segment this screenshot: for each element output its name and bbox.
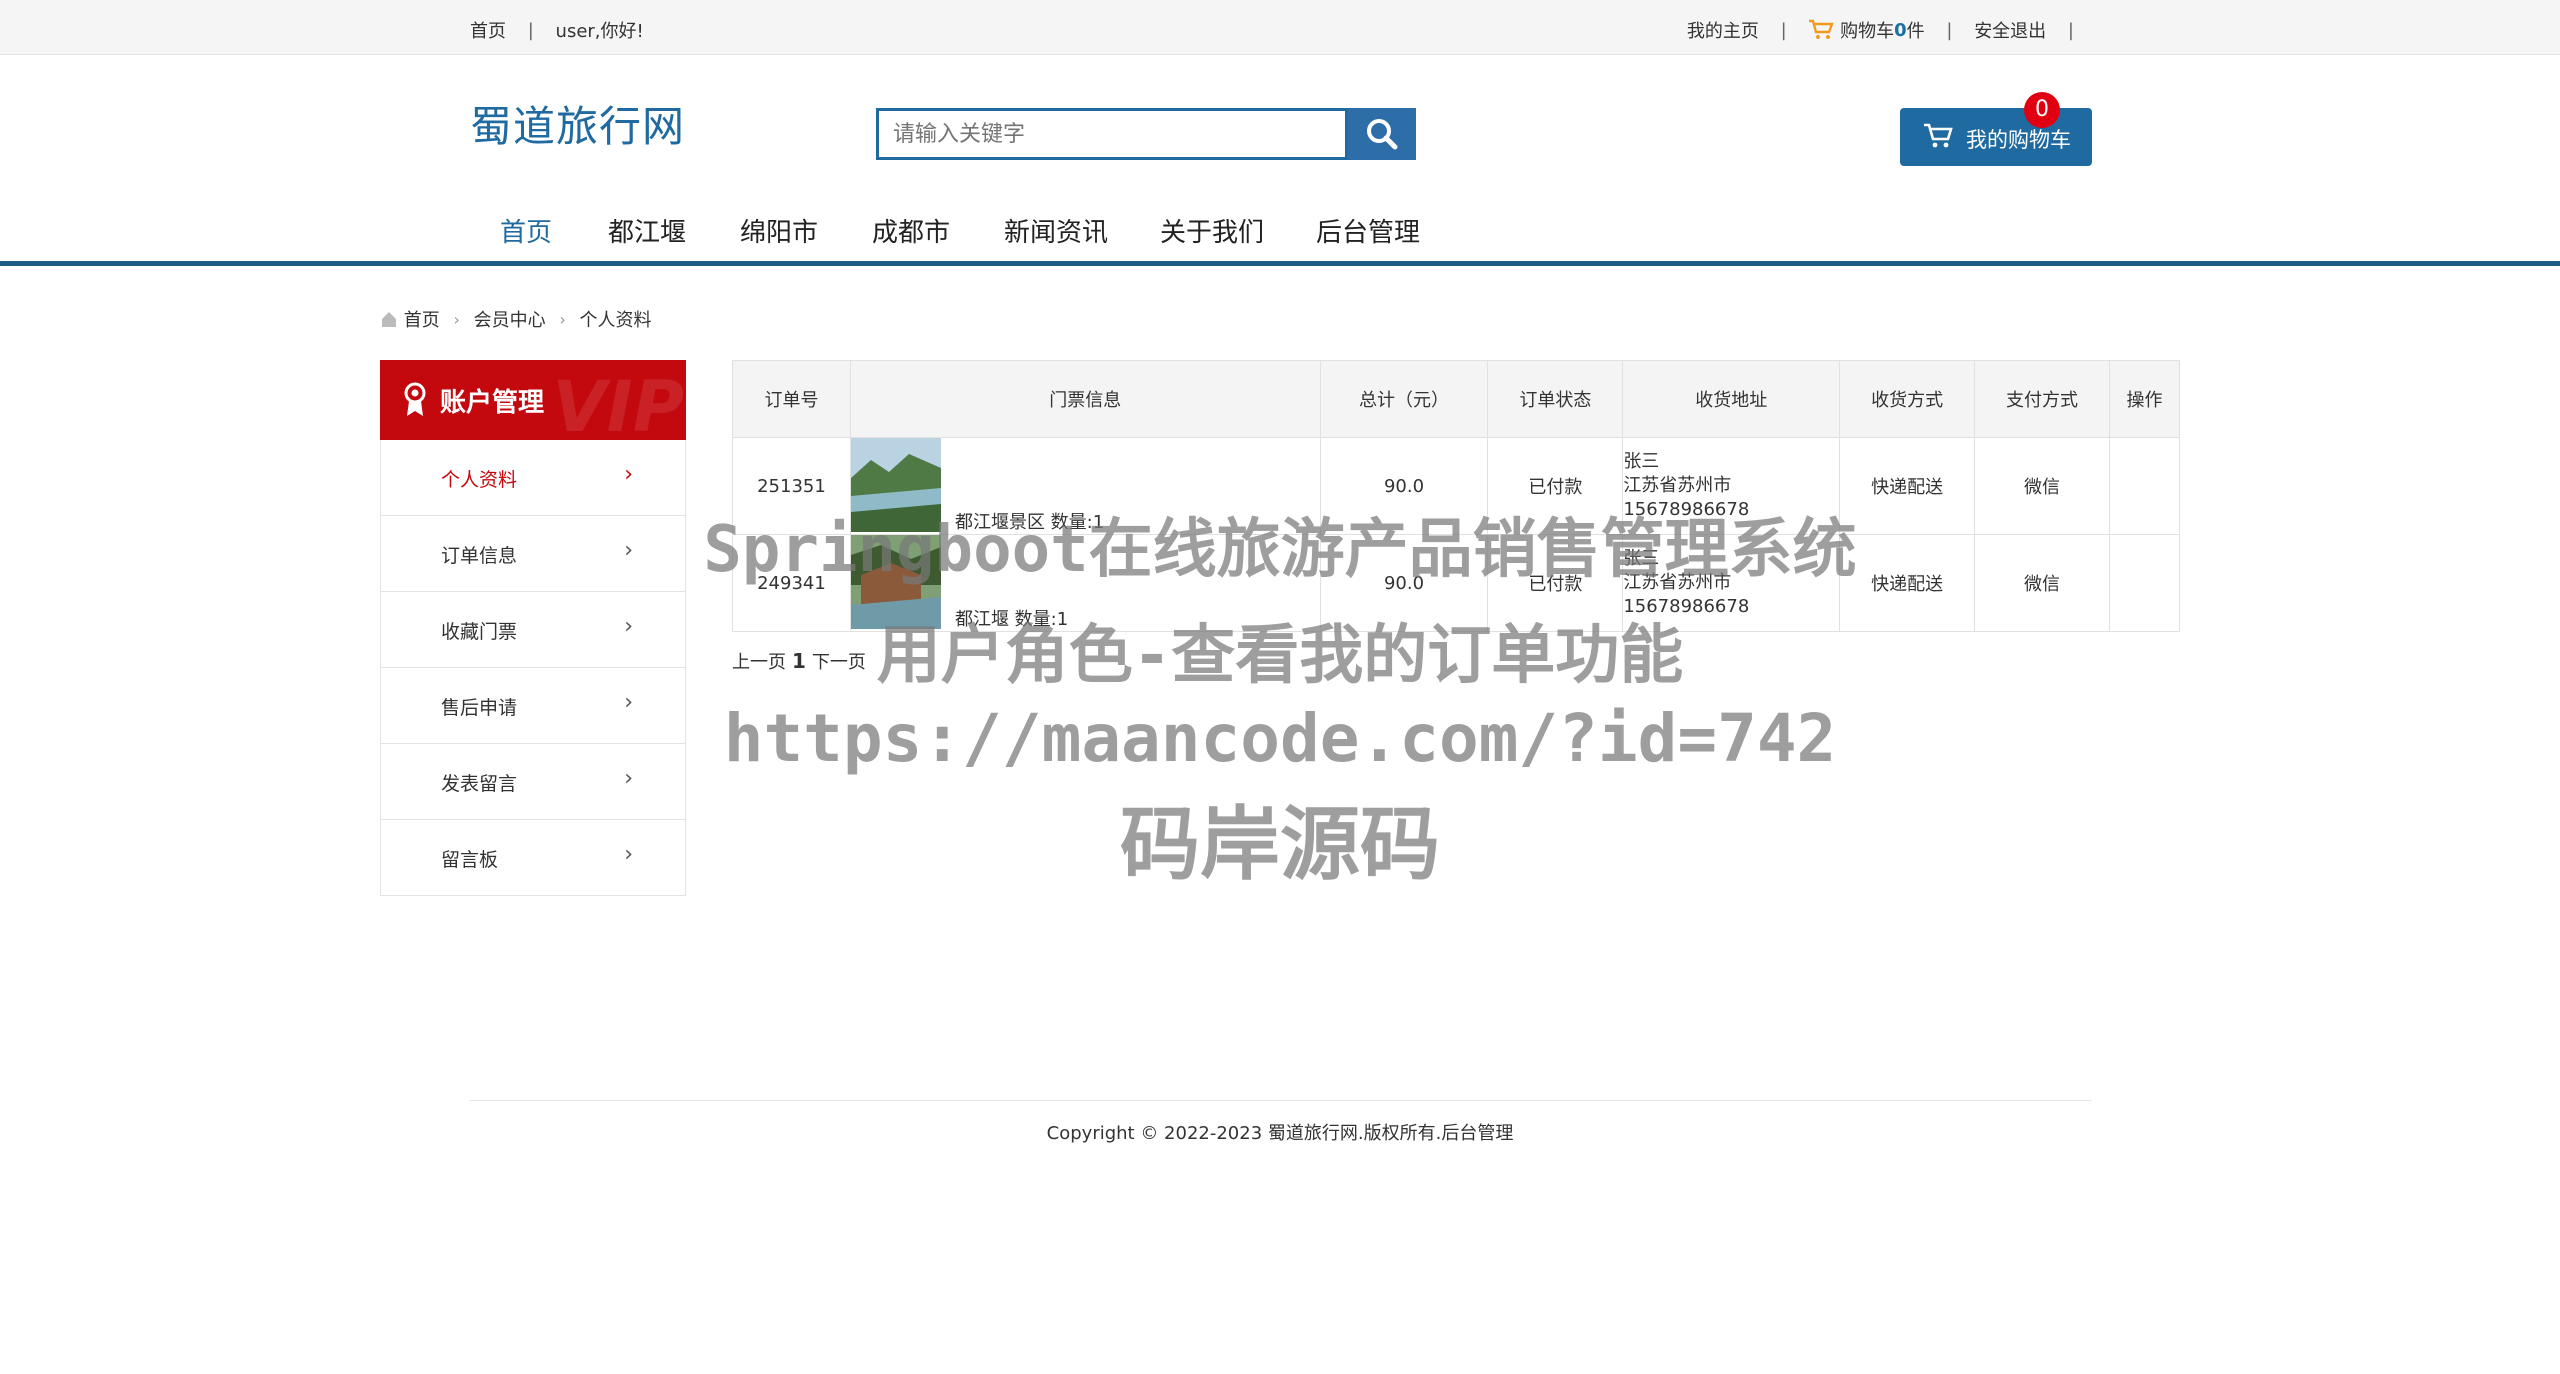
nav-item-dujiangyan[interactable]: 都江堰 (608, 212, 686, 249)
home-icon (382, 312, 396, 327)
sidebar-title: 账户管理 (440, 388, 545, 418)
breadcrumb-home[interactable]: 首页 (404, 306, 440, 332)
sidebar-header: 账户管理 VIP (380, 360, 686, 440)
nav-underline (0, 261, 2560, 266)
search-icon (1367, 119, 1398, 150)
site-logo[interactable]: 蜀道旅行网 (470, 93, 685, 154)
col-header-action: 操作 (2109, 360, 2180, 438)
footer-admin-link[interactable]: 后台管理 (1441, 1123, 1513, 1144)
search-input[interactable] (876, 108, 1348, 160)
chevron-right-icon: › (453, 309, 460, 329)
nav-item-mianyang[interactable]: 绵阳市 (740, 212, 818, 249)
col-header-payment: 支付方式 (1974, 360, 2110, 438)
breadcrumb: 首页 › 会员中心 › 个人资料 (380, 306, 651, 332)
search-bar (876, 108, 1416, 160)
divider: | (527, 19, 534, 41)
my-cart-button[interactable]: 我的购物车 (1900, 108, 2092, 166)
watermark-title: Springboot在线旅游产品销售管理系统 (703, 513, 1857, 587)
my-cart-label: 我的购物车 (1966, 128, 2071, 152)
my-home-link[interactable]: 我的主页 (1687, 17, 1759, 43)
copyright-text: Copyright © 2022-2023 蜀道旅行网.版权所有. (1046, 1123, 1442, 1144)
user-greeting: user,你好! (555, 21, 644, 42)
watermark-brand: 码岸源码 (1120, 798, 1440, 891)
nav-item-admin[interactable]: 后台管理 (1316, 212, 1420, 249)
nav-item-home[interactable]: 首页 (500, 212, 552, 249)
divider: | (1946, 19, 1953, 41)
logout-link[interactable]: 安全退出 (1974, 17, 2046, 43)
watermark-subtitle: 用户角色-查看我的订单功能 (876, 619, 1684, 693)
orders-table: 订单号 门票信息 总计（元） 订单状态 收货地址 收货方式 支付方式 操作 25… (732, 360, 2180, 632)
footer: Copyright © 2022-2023 蜀道旅行网.版权所有.后台管理 (0, 1119, 2560, 1145)
cart-suffix: 件 (1906, 21, 1925, 42)
vip-watermark: VIP (552, 366, 684, 440)
cart-icon (1809, 19, 1835, 39)
table-header-row: 订单号 门票信息 总计（元） 订单状态 收货地址 收货方式 支付方式 操作 (732, 360, 2180, 438)
nav-item-chengdu[interactable]: 成都市 (872, 212, 950, 249)
top-home-link[interactable]: 首页 (470, 17, 506, 43)
cart-prefix: 购物车 (1840, 21, 1895, 42)
search-button[interactable] (1348, 108, 1416, 160)
col-header-address: 收货地址 (1622, 360, 1841, 438)
col-header-total: 总计（元） (1319, 360, 1489, 438)
top-bar: 首页 | user,你好! 我的主页 | 购物车0件 | 安全退出 | (0, 0, 2560, 55)
watermark-url: https://maancode.com/?id=742 (723, 700, 1837, 777)
nav-item-about[interactable]: 关于我们 (1160, 212, 1264, 249)
chevron-right-icon: › (624, 462, 633, 487)
nav-item-news[interactable]: 新闻资讯 (1004, 212, 1108, 249)
sidebar-item-label: 个人资料 (441, 469, 518, 491)
chevron-right-icon: › (559, 309, 566, 329)
col-header-status: 订单状态 (1487, 360, 1624, 438)
cart-count: 0 (1894, 19, 1907, 41)
recipient-city: 江苏省苏州市 (1623, 475, 1732, 496)
top-cart-link[interactable]: 购物车0件 (1808, 17, 1925, 43)
recipient-name: 张三 (1623, 451, 1660, 472)
award-icon (404, 382, 426, 416)
col-header-order-id: 订单号 (732, 360, 851, 438)
divider: | (2067, 19, 2074, 41)
breadcrumb-current: 个人资料 (579, 310, 652, 331)
col-header-delivery: 收货方式 (1839, 360, 1976, 438)
footer-divider (470, 1100, 2092, 1101)
divider: | (1780, 19, 1787, 41)
col-header-ticket-info: 门票信息 (849, 360, 1321, 438)
cart-badge: 0 (2024, 92, 2060, 128)
breadcrumb-member[interactable]: 会员中心 (474, 306, 546, 332)
cart-icon (1924, 123, 1953, 148)
